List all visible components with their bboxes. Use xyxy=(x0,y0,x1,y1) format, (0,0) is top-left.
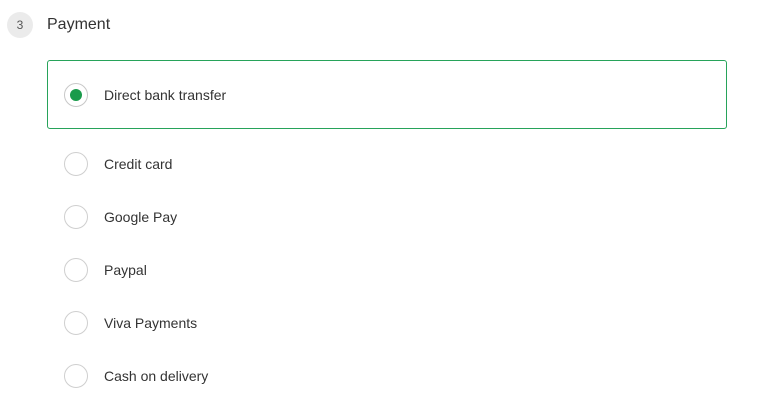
payment-option-google-pay[interactable]: Google Pay xyxy=(47,190,727,243)
radio-button[interactable] xyxy=(64,257,88,282)
step-number-badge: 3 xyxy=(7,12,33,38)
step-title: Payment xyxy=(47,16,111,33)
payment-option-label: Paypal xyxy=(104,261,147,278)
radio-button[interactable] xyxy=(64,151,88,176)
radio-button[interactable] xyxy=(64,363,88,388)
payment-option-credit-card[interactable]: Credit card xyxy=(47,137,727,190)
payment-option-cash-on-delivery[interactable]: Cash on delivery xyxy=(47,349,727,402)
step-header: 3 Payment xyxy=(7,12,110,38)
radio-button-checked[interactable] xyxy=(64,82,88,107)
radio-button[interactable] xyxy=(64,204,88,229)
radio-selected-dot xyxy=(70,88,82,101)
payment-option-viva-payments[interactable]: Viva Payments xyxy=(47,296,727,349)
payment-option-label: Google Pay xyxy=(104,208,178,225)
payment-option-label: Cash on delivery xyxy=(104,367,209,384)
payment-option-label: Viva Payments xyxy=(104,314,198,331)
payment-option-label: Credit card xyxy=(104,155,173,172)
payment-option-direct-bank-transfer[interactable]: Direct bank transfer xyxy=(47,60,727,129)
payment-option-paypal[interactable]: Paypal xyxy=(47,243,727,296)
payment-option-label: Direct bank transfer xyxy=(104,86,227,103)
radio-button[interactable] xyxy=(64,310,88,335)
payment-options-list: Direct bank transfer Credit card Google … xyxy=(47,60,727,402)
